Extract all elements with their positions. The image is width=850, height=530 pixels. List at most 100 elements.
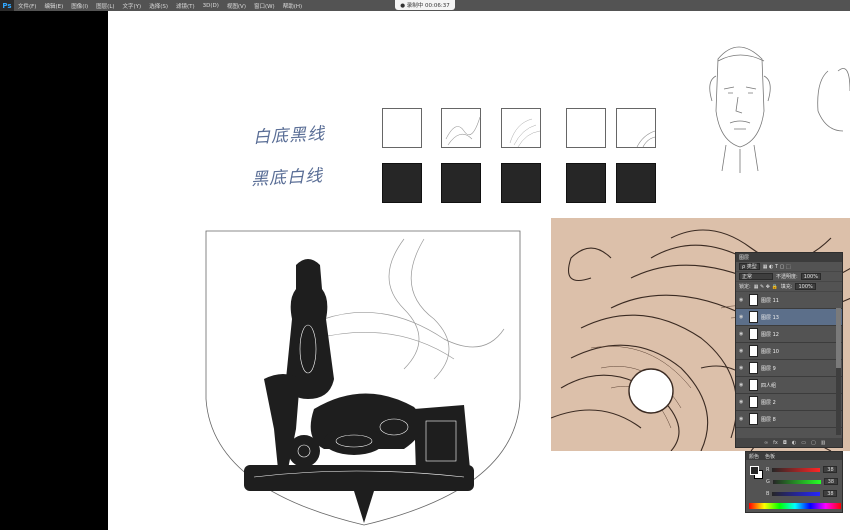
layers-scroll-thumb[interactable] <box>836 308 841 368</box>
visibility-eye-icon[interactable]: ◉ <box>739 314 746 320</box>
channel-r-label: R <box>766 466 770 473</box>
menu-image[interactable]: 图像(I) <box>67 2 92 10</box>
menu-edit[interactable]: 编辑(E) <box>40 2 67 10</box>
channel-b-label: B <box>766 490 770 497</box>
layer-row[interactable]: ◉ 图层 8 <box>736 411 842 428</box>
pasteboard-left <box>0 11 108 530</box>
tab-color[interactable]: 颜色 <box>749 453 759 460</box>
channel-r-value[interactable]: 38 <box>823 466 838 473</box>
sketch-square-black <box>441 163 481 203</box>
opacity-field[interactable]: 100% <box>800 273 821 280</box>
channel-r-slider[interactable] <box>772 467 821 472</box>
link-layers-icon[interactable]: ∞ <box>764 440 768 446</box>
channel-r-row: R 38 <box>766 466 838 473</box>
layer-thumbnail <box>749 294 758 306</box>
tab-swatches[interactable]: 色板 <box>765 453 775 460</box>
visibility-eye-icon[interactable]: ◉ <box>739 297 746 303</box>
layer-row-selected[interactable]: ◉ 图层 13 <box>736 309 842 326</box>
photoshop-logo: Ps <box>0 0 14 11</box>
blend-mode-row: 正常 不透明度: 100% <box>736 272 842 282</box>
layer-thumbnail <box>749 311 758 323</box>
layer-name: 图层 11 <box>761 297 779 304</box>
sketch-square-white <box>441 108 481 148</box>
visibility-eye-icon[interactable]: ◉ <box>739 365 746 371</box>
visibility-eye-icon[interactable]: ◉ <box>739 348 746 354</box>
layer-thumbnail <box>749 345 758 357</box>
visibility-eye-icon[interactable]: ◉ <box>739 331 746 337</box>
color-spectrum-bar[interactable] <box>749 503 841 509</box>
channel-b-slider[interactable] <box>772 491 821 496</box>
sketch-square-black <box>382 163 422 203</box>
folder-icon[interactable]: ▭ <box>801 440 806 446</box>
menu-select[interactable]: 选择(S) <box>145 2 172 10</box>
trash-icon[interactable]: ▥ <box>821 440 826 446</box>
layer-name: 图层 9 <box>761 365 776 372</box>
visibility-eye-icon[interactable]: ◉ <box>739 399 746 405</box>
line-texture-icon <box>445 116 481 146</box>
layer-row[interactable]: ◉ 图层 12 <box>736 326 842 343</box>
new-layer-icon[interactable]: ▢ <box>811 440 816 446</box>
foreground-color-swatch[interactable] <box>750 466 759 475</box>
layers-scrollbar[interactable] <box>836 308 841 435</box>
adjustment-icon[interactable]: ◐ <box>792 440 796 446</box>
photoshop-window: Ps 文件(F) 编辑(E) 图像(I) 图层(L) 文字(Y) 选择(S) 滤… <box>0 0 850 530</box>
layer-name: 图层 10 <box>761 348 779 355</box>
layer-thumbnail <box>749 396 758 408</box>
menu-help[interactable]: 帮助(H) <box>279 2 306 10</box>
layer-thumbnail <box>749 362 758 374</box>
menu-file[interactable]: 文件(F) <box>14 2 40 10</box>
sketch-square-white <box>616 108 656 148</box>
layers-panel-title[interactable]: 图层 <box>739 254 749 261</box>
layer-row[interactable]: ◉ 图层 2 <box>736 394 842 411</box>
fx-icon[interactable]: fx <box>773 440 778 446</box>
layers-panel-header: 图层 <box>736 253 842 262</box>
fill-label: 填充: <box>780 284 793 290</box>
sketch-square-white <box>566 108 606 148</box>
fill-field[interactable]: 100% <box>795 283 816 290</box>
layer-name: 四人组 <box>761 382 777 389</box>
layer-filter-row: ρ 类型 ▦ ◐ T ▢ ⬚ <box>736 262 842 272</box>
visibility-eye-icon[interactable]: ◉ <box>739 416 746 422</box>
layer-filter-select[interactable]: ρ 类型 <box>739 263 760 270</box>
label-black-bg-white-line: 黑底白线 <box>250 166 324 190</box>
opacity-label: 不透明度: <box>776 274 798 280</box>
sketch-square-black <box>616 163 656 203</box>
filter-icons[interactable]: ▦ ◐ T ▢ ⬚ <box>763 264 791 270</box>
still-life-illustration <box>205 230 521 526</box>
character-head-sketch <box>709 46 850 173</box>
layer-thumbnail <box>749 379 758 391</box>
layer-thumbnail <box>749 413 758 425</box>
menu-window[interactable]: 窗口(W) <box>250 2 279 10</box>
menu-type[interactable]: 文字(Y) <box>119 2 146 10</box>
line-texture-icon <box>636 130 656 148</box>
menu-layer[interactable]: 图层(L) <box>92 2 118 10</box>
channel-g-slider[interactable] <box>772 479 821 484</box>
layer-row[interactable]: ◉ 图层 9 <box>736 360 842 377</box>
visibility-eye-icon[interactable]: ◉ <box>739 382 746 388</box>
lock-row: 锁定: ▦ ✎ ✥ 🔒 填充: 100% <box>736 282 842 292</box>
layer-thumbnail <box>749 328 758 340</box>
layer-row[interactable]: ◉ 图层 11 <box>736 292 842 309</box>
layer-row[interactable]: ◉ 图层 10 <box>736 343 842 360</box>
channel-g-row: G 38 <box>766 478 838 485</box>
color-panel: 颜色 色板 R 38 G 38 B 38 <box>745 451 843 513</box>
mask-icon[interactable]: ◘ <box>783 440 787 446</box>
layers-panel: 图层 ρ 类型 ▦ ◐ T ▢ ⬚ 正常 不透明度: 100% 锁定: ▦ ✎ … <box>735 252 843 448</box>
recording-indicator[interactable]: ● 录制中 00:06:37 <box>395 0 455 10</box>
menu-3d[interactable]: 3D(D) <box>199 3 223 9</box>
layer-row[interactable]: ◉ 四人组 <box>736 377 842 394</box>
sketch-square-black <box>501 163 541 203</box>
channel-b-row: B 38 <box>766 490 838 497</box>
lock-icons[interactable]: ▦ ✎ ✥ 🔒 <box>754 284 778 290</box>
channel-b-value[interactable]: 38 <box>823 490 838 497</box>
sketch-square-white <box>501 108 541 148</box>
channel-g-value[interactable]: 38 <box>823 478 838 485</box>
layer-list: ◉ 图层 11 ◉ 图层 13 ◉ 图层 12 ◉ 图层 10 ◉ 图层 9 ◉… <box>736 292 842 428</box>
label-white-bg-black-line: 白底黑线 <box>252 124 326 148</box>
menu-view[interactable]: 视图(V) <box>223 2 250 10</box>
menu-filter[interactable]: 滤镜(T) <box>172 2 199 10</box>
blend-mode-select[interactable]: 正常 <box>739 273 773 280</box>
layer-name: 图层 12 <box>761 331 779 338</box>
sketch-square-black <box>566 163 606 203</box>
layers-panel-footer: ∞ fx ◘ ◐ ▭ ▢ ▥ <box>736 438 842 447</box>
